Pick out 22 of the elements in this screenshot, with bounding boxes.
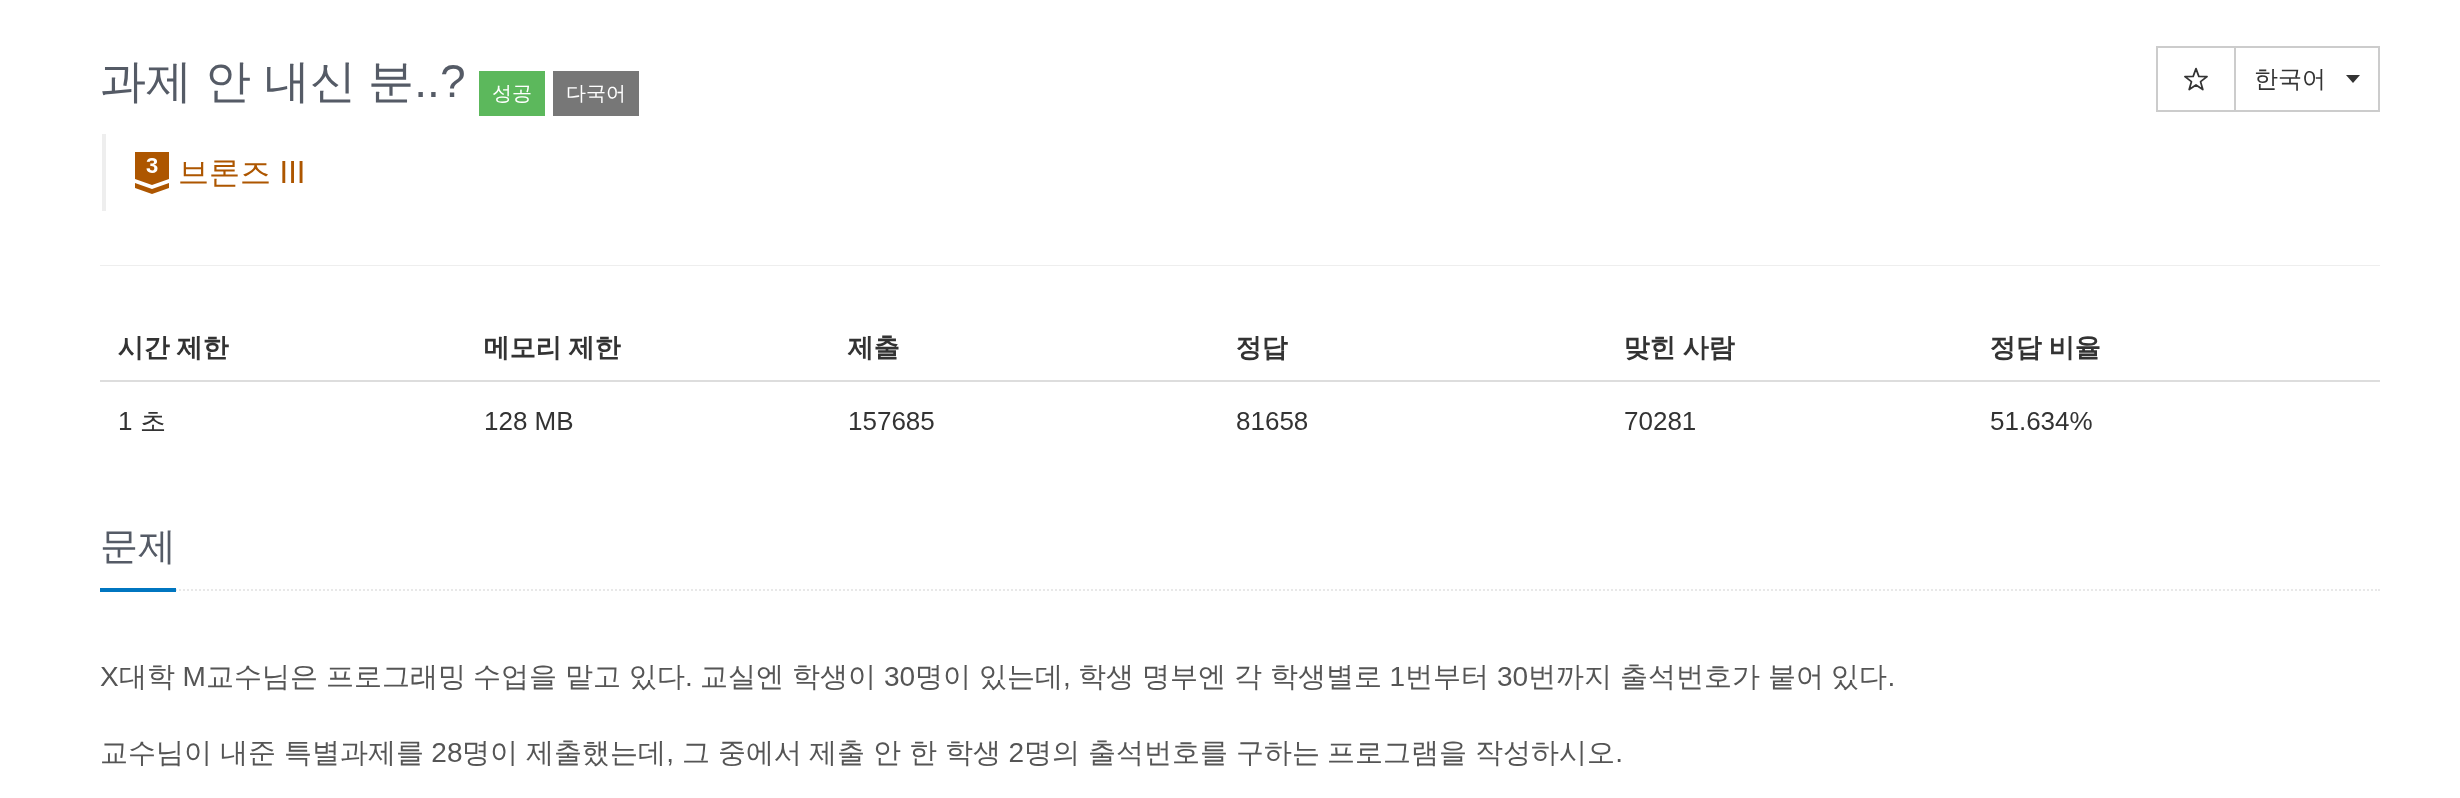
tag-badge: 다국어 [553,71,640,116]
table-cell: 70281 [1606,381,1972,460]
table-cell: 157685 [830,381,1218,460]
caret-icon [2346,75,2360,83]
column-header: 정답 비율 [1972,314,2380,381]
table-cell: 51.634% [1972,381,2380,460]
problem-paragraph: X대학 M교수님은 프로그래밍 수업을 맡고 있다. 교실엔 학생이 30명이 있는데, 학생 명부엔 각 학생별로 1번부터 30번까지 출석번호가 붙어 있다. [100,660,1897,694]
tier-label[interactable]: 브론즈 III [178,152,306,193]
favorite-button[interactable] [2156,46,2236,112]
column-header: 맞힌 사람 [1606,314,1972,381]
problem-paragraph: 교수님이 내준 특별과제를 28명이 제출했는데, 그 중에서 제출 안 한 학생 2명의 출석번호를 구하는 프로그램을 작성하시오. [100,736,1624,770]
column-header: 시간 제한 [100,314,466,381]
table-cell: 1 초 [100,381,466,460]
table-cell: 128 MB [466,381,830,460]
tag-badge: 성공 [479,71,546,116]
language-dropdown[interactable]: 한국어 [2234,46,2380,112]
column-header: 제출 [830,314,1218,381]
column-header: 메모리 제한 [466,314,830,381]
section-heading: 문제 [100,524,176,592]
problem-title: 과제 안 내신 분..? [100,54,466,109]
table-cell: 81658 [1218,381,1606,460]
column-header: 정답 [1218,314,1606,381]
